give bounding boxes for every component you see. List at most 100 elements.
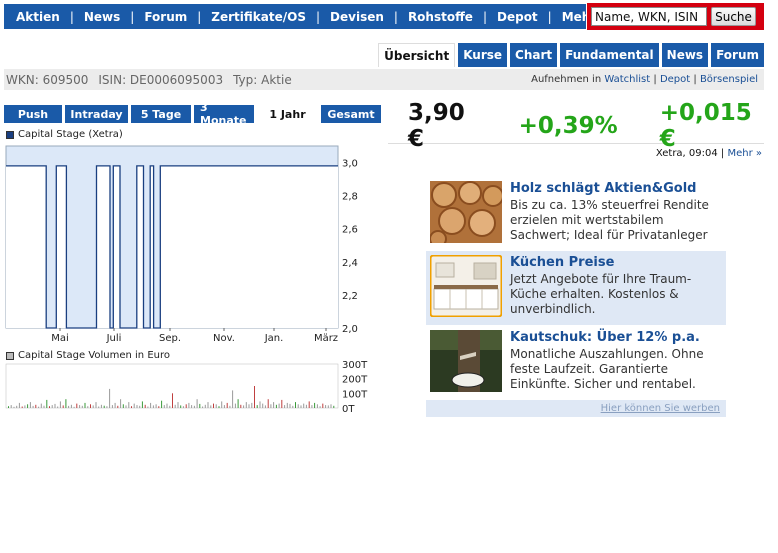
volume-bar — [267, 399, 269, 408]
range-push[interactable]: Push — [4, 105, 62, 123]
search-box: Suche — [587, 3, 764, 30]
advertise-link[interactable]: Hier können Sie werben — [601, 403, 720, 414]
range-5-tage[interactable]: 5 Tage — [131, 105, 191, 123]
y-tick-label: 2,0 — [342, 324, 358, 335]
ad-title[interactable]: Holz schlägt Aktien&Gold — [510, 181, 722, 196]
volume-bar — [185, 404, 187, 408]
volume-bar — [117, 405, 119, 408]
tab-uebersicht[interactable]: Übersicht — [378, 43, 456, 67]
range-gesamt[interactable]: Gesamt — [321, 105, 381, 123]
volume-bar — [169, 405, 171, 408]
y-tick-label: 300T — [342, 360, 368, 371]
ad-body: Jetzt Angebote für Ihre Traum-Küche erha… — [510, 272, 692, 316]
volume-bar — [234, 403, 236, 408]
volume-bar — [295, 402, 296, 408]
ad-body: Bis zu ca. 13% steuerfrei Rendite erziel… — [510, 198, 709, 242]
add-to-links: Aufnehmen in Watchlist | Depot | Börsens… — [531, 74, 764, 85]
volume-bar — [333, 405, 335, 408]
volume-bar — [210, 405, 212, 408]
tab-forum[interactable]: Forum — [711, 43, 764, 67]
volume-bar — [284, 405, 286, 408]
type-label: Typ: Aktie — [233, 72, 292, 87]
volume-chart[interactable]: 300T 200T 100T 0T — [4, 360, 380, 416]
nav-news[interactable]: News — [84, 10, 120, 24]
volume-bar — [139, 405, 141, 408]
more-link[interactable]: Mehr » — [727, 148, 762, 159]
y-tick-label: 0T — [342, 404, 355, 415]
depot-link[interactable]: Depot — [660, 74, 690, 85]
volume-bar — [297, 404, 299, 408]
nav-separator: | — [130, 9, 135, 24]
volume-bar — [57, 406, 59, 408]
volume-bar — [308, 401, 310, 408]
volume-bar — [314, 402, 316, 408]
ad-body: Monatliche Auszahlungen. Ohne feste Lauf… — [510, 347, 704, 391]
volume-bar — [177, 402, 179, 408]
volume-bar — [84, 402, 86, 408]
watchlist-link[interactable]: Watchlist — [604, 74, 650, 85]
volume-bar — [24, 405, 26, 408]
tab-chart[interactable]: Chart — [510, 43, 558, 67]
nav-aktien[interactable]: Aktien — [16, 10, 60, 24]
search-input[interactable] — [591, 7, 707, 26]
rubber-tree-image — [430, 330, 502, 392]
volume-bar — [120, 399, 122, 408]
volume-bar — [46, 399, 48, 408]
volume-bar — [152, 405, 154, 408]
volume-bar — [87, 406, 89, 408]
ad-title[interactable]: Kautschuk: Über 12% p.a. — [510, 330, 722, 345]
volume-bar — [191, 405, 193, 408]
volume-bar — [21, 406, 23, 408]
search-button[interactable]: Suche — [711, 7, 756, 26]
ad-kautschuk[interactable]: Kautschuk: Über 12% p.a. Monatliche Ausz… — [426, 326, 726, 396]
volume-bar — [103, 405, 105, 408]
nav-separator: | — [197, 9, 202, 24]
volume-bar — [240, 404, 242, 408]
ad-title[interactable]: Küchen Preise — [510, 255, 722, 270]
ad-kuechen[interactable]: Küchen Preise Jetzt Angebote für Ihre Tr… — [426, 251, 726, 325]
nav-forum[interactable]: Forum — [144, 10, 187, 24]
stock-info-bar: WKN: 609500 ISIN: DE0006095003 Typ: Akti… — [4, 69, 764, 90]
volume-bar — [204, 404, 206, 408]
volume-bar — [213, 403, 214, 408]
nav-zertifikate[interactable]: Zertifikate/OS — [211, 10, 306, 24]
nav-rohstoffe[interactable]: Rohstoffe — [408, 10, 473, 24]
legend-swatch — [6, 130, 14, 139]
volume-bar — [95, 402, 97, 408]
range-1-jahr[interactable]: 1 Jahr — [257, 105, 318, 123]
y-tick-label: 2,6 — [342, 225, 358, 236]
volume-bar — [300, 405, 302, 408]
volume-bar — [32, 405, 34, 408]
quote-timestamp: Xetra, 09:04 | Mehr » — [655, 148, 762, 159]
tab-kurse[interactable]: Kurse — [458, 43, 508, 67]
volume-bar — [273, 402, 275, 408]
volume-bar — [262, 403, 264, 408]
volume-bar — [131, 406, 132, 408]
volume-bar — [245, 402, 247, 408]
range-intraday[interactable]: Intraday — [65, 105, 128, 123]
y-tick-label: 2,2 — [342, 291, 358, 302]
volume-bar — [221, 401, 223, 408]
volume-bar — [319, 406, 321, 408]
volume-bar — [327, 405, 329, 408]
volume-bar — [163, 405, 165, 408]
volume-bar — [100, 404, 102, 408]
volume-bar — [270, 404, 272, 408]
volume-bar — [128, 402, 130, 408]
y-tick-label: 100T — [342, 389, 368, 400]
volume-bar — [125, 405, 127, 408]
volume-bar — [81, 405, 83, 408]
tab-news[interactable]: News — [661, 43, 709, 67]
nav-separator: | — [482, 9, 487, 24]
price-chart[interactable]: 3,0 2,8 2,6 2,4 2,2 2,0 Mai Juli Sep. Nov. Jan. Mär… — [4, 140, 380, 344]
nav-depot[interactable]: Depot — [497, 10, 538, 24]
nav-devisen[interactable]: Devisen — [330, 10, 384, 24]
volume-bar — [155, 404, 157, 408]
volume-bar — [144, 404, 146, 408]
range-3-monate[interactable]: 3 Monate — [194, 101, 254, 127]
volume-bar — [215, 404, 217, 408]
tab-fundamental[interactable]: Fundamental — [560, 43, 659, 67]
volume-bar — [264, 405, 266, 408]
boersenspiel-link[interactable]: Börsenspiel — [700, 74, 758, 85]
ad-holz[interactable]: Holz schlägt Aktien&Gold Bis zu ca. 13% … — [426, 177, 726, 247]
